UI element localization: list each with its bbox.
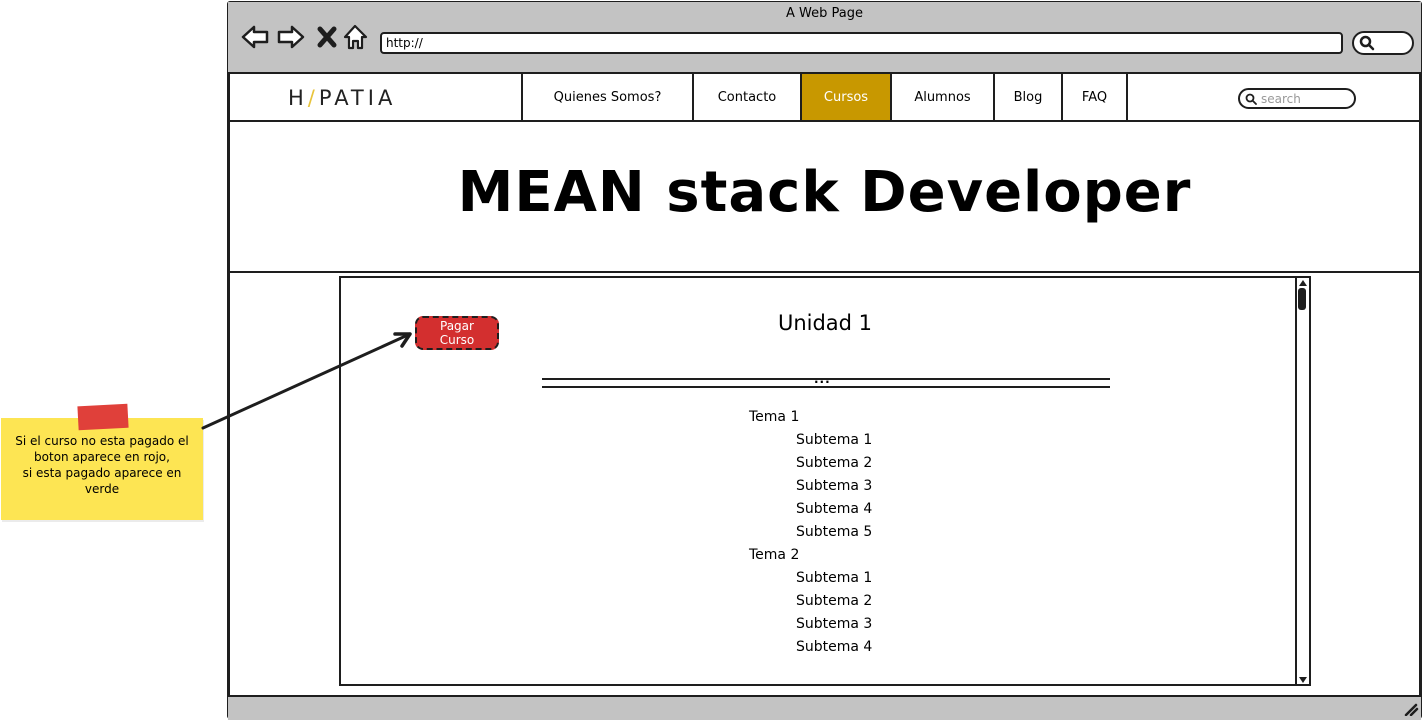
nav-item-contacto[interactable]: Contacto	[694, 74, 802, 120]
divider	[542, 386, 1110, 388]
home-icon[interactable]	[341, 22, 371, 52]
scroll-up-arrow-icon[interactable]	[1298, 279, 1308, 287]
nav-item-blog[interactable]: Blog	[995, 74, 1063, 120]
search-icon	[1359, 35, 1375, 51]
search-icon	[1245, 93, 1257, 105]
subtema-item[interactable]: Subtema 2	[796, 590, 872, 613]
scroll-thumb[interactable]	[1298, 288, 1306, 310]
browser-search-field[interactable]	[1352, 31, 1414, 55]
tema-item[interactable]: Tema 1	[749, 406, 799, 429]
forward-arrow-icon[interactable]	[276, 22, 306, 52]
nav-item-cursos[interactable]: Cursos	[802, 74, 892, 120]
subtema-item[interactable]: Subtema 2	[796, 452, 872, 475]
subtema-item[interactable]: Subtema 3	[796, 475, 872, 498]
back-arrow-icon[interactable]	[240, 22, 270, 52]
subtema-item[interactable]: Subtema 5	[796, 521, 872, 544]
subtema-item[interactable]: Subtema 4	[796, 636, 872, 659]
logo-slash: /	[307, 86, 319, 110]
site-search-input[interactable]: search	[1238, 88, 1356, 109]
browser-statusbar	[228, 695, 1421, 720]
subtema-item[interactable]: Subtema 3	[796, 613, 872, 636]
pay-course-button[interactable]: Pagar Curso	[415, 316, 499, 350]
annotation-arrow-icon	[201, 332, 412, 430]
page-title: MEAN stack Developer	[457, 160, 1192, 225]
subtema-item[interactable]: Subtema 1	[796, 429, 872, 452]
scrollbar[interactable]	[1295, 278, 1309, 684]
window-title: A Web Page	[786, 6, 863, 21]
nav-item-quienes-somos[interactable]: Quienes Somos?	[523, 74, 694, 120]
subtema-item[interactable]: Subtema 1	[796, 567, 872, 590]
nav-item-faq[interactable]: FAQ	[1063, 74, 1126, 120]
unit-title: Unidad 1	[777, 311, 873, 335]
close-icon[interactable]	[313, 22, 343, 52]
nav-item-alumnos[interactable]: Alumnos	[892, 74, 995, 120]
site-logo[interactable]: H/PATIA	[288, 86, 396, 110]
subtema-item[interactable]: Subtema 4	[796, 498, 872, 521]
scroll-down-arrow-icon[interactable]	[1298, 676, 1308, 684]
sticky-note-text: Si el curso no esta pagado el boton apar…	[15, 434, 189, 496]
resize-grip-icon[interactable]	[1403, 702, 1419, 716]
logo-right: PATIA	[318, 86, 397, 110]
divider-dots: ...	[814, 372, 831, 386]
url-input[interactable]: http://	[380, 32, 1343, 54]
search-placeholder: search	[1261, 91, 1301, 106]
logo-left: H	[288, 86, 308, 110]
sticky-note-tape	[77, 403, 129, 431]
tema-item[interactable]: Tema 2	[749, 544, 799, 567]
main-menu: Quienes Somos? Contacto Cursos Alumnos B…	[521, 74, 1128, 120]
